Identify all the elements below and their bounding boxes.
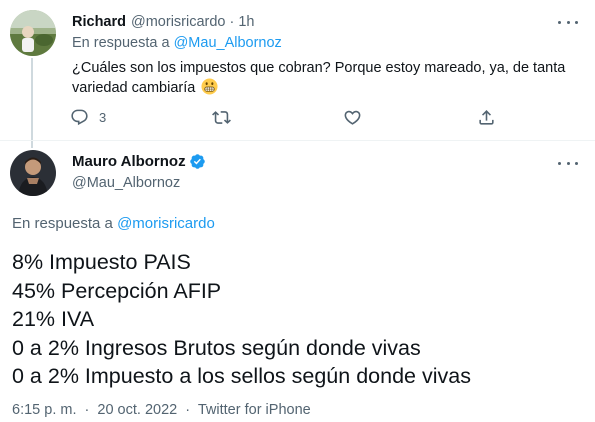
tweet-line: 0 a 2% Impuesto a los sellos según donde… xyxy=(12,364,471,388)
like-button[interactable] xyxy=(343,106,362,128)
reply-tweet: Richard @morisricardo · 1h En respuesta … xyxy=(0,0,595,145)
author-name[interactable]: Richard xyxy=(72,14,126,30)
tweet-source[interactable]: Twitter for iPhone xyxy=(198,402,311,418)
tweet-body: 8% Impuesto PAIS 45% Percepción AFIP 21%… xyxy=(12,248,587,391)
tweet-line: 0 a 2% Ingresos Brutos según donde vivas xyxy=(12,335,421,360)
timestamp[interactable]: 1h xyxy=(238,14,254,30)
more-options-icon[interactable] xyxy=(558,156,578,170)
tweet-divider xyxy=(0,140,595,141)
replying-to: En respuesta a @morisricardo xyxy=(12,215,215,232)
tweet-date[interactable]: 20 oct. 2022 xyxy=(97,402,177,418)
tweet-metadata: 6:15 p. m. · 20 oct. 2022 · Twitter for … xyxy=(12,402,311,418)
retweet-button[interactable] xyxy=(212,106,231,128)
share-button[interactable] xyxy=(477,106,496,128)
more-options-icon[interactable] xyxy=(558,15,578,29)
separator-dot: · xyxy=(229,14,235,30)
replying-to: En respuesta a @Mau_Albornoz xyxy=(72,35,282,51)
grimacing-face-icon xyxy=(201,78,218,95)
tweet-actions: 3 xyxy=(70,106,520,128)
author-name-row: Mauro Albornoz xyxy=(72,153,206,170)
replying-prefix: En respuesta a xyxy=(12,215,113,232)
avatar[interactable] xyxy=(10,10,56,56)
author-handle[interactable]: @Mau_Albornoz xyxy=(72,175,180,191)
separator-dot: · xyxy=(84,402,90,418)
reply-icon xyxy=(71,109,88,125)
tweet-line: 8% Impuesto PAIS xyxy=(12,250,191,274)
tweet-text: ¿Cuáles son los impuestos que cobran? Po… xyxy=(72,58,582,98)
tweet-text-content: ¿Cuáles son los impuestos que cobran? Po… xyxy=(72,60,566,96)
replying-mention-link[interactable]: @Mau_Albornoz xyxy=(174,35,282,51)
replying-prefix: En respuesta a xyxy=(72,35,170,51)
author-handle[interactable]: @morisricardo xyxy=(131,14,225,30)
replying-mention-link[interactable]: @morisricardo xyxy=(117,215,215,232)
share-icon xyxy=(479,109,494,125)
heart-icon xyxy=(344,110,361,125)
reply-count: 3 xyxy=(99,109,107,125)
tweet-line: 45% Percepción AFIP xyxy=(12,278,222,303)
tweet-line: 21% IVA xyxy=(12,307,95,331)
tweet-time[interactable]: 6:15 p. m. xyxy=(12,402,76,418)
verified-badge-icon[interactable] xyxy=(189,153,206,170)
reply-button[interactable]: 3 xyxy=(70,106,106,128)
author-name[interactable]: Mauro Albornoz xyxy=(72,153,186,170)
retweet-icon xyxy=(212,110,231,124)
reply-header: Richard @morisricardo · 1h xyxy=(72,12,254,32)
separator-dot: · xyxy=(185,402,191,418)
avatar[interactable] xyxy=(10,150,56,196)
